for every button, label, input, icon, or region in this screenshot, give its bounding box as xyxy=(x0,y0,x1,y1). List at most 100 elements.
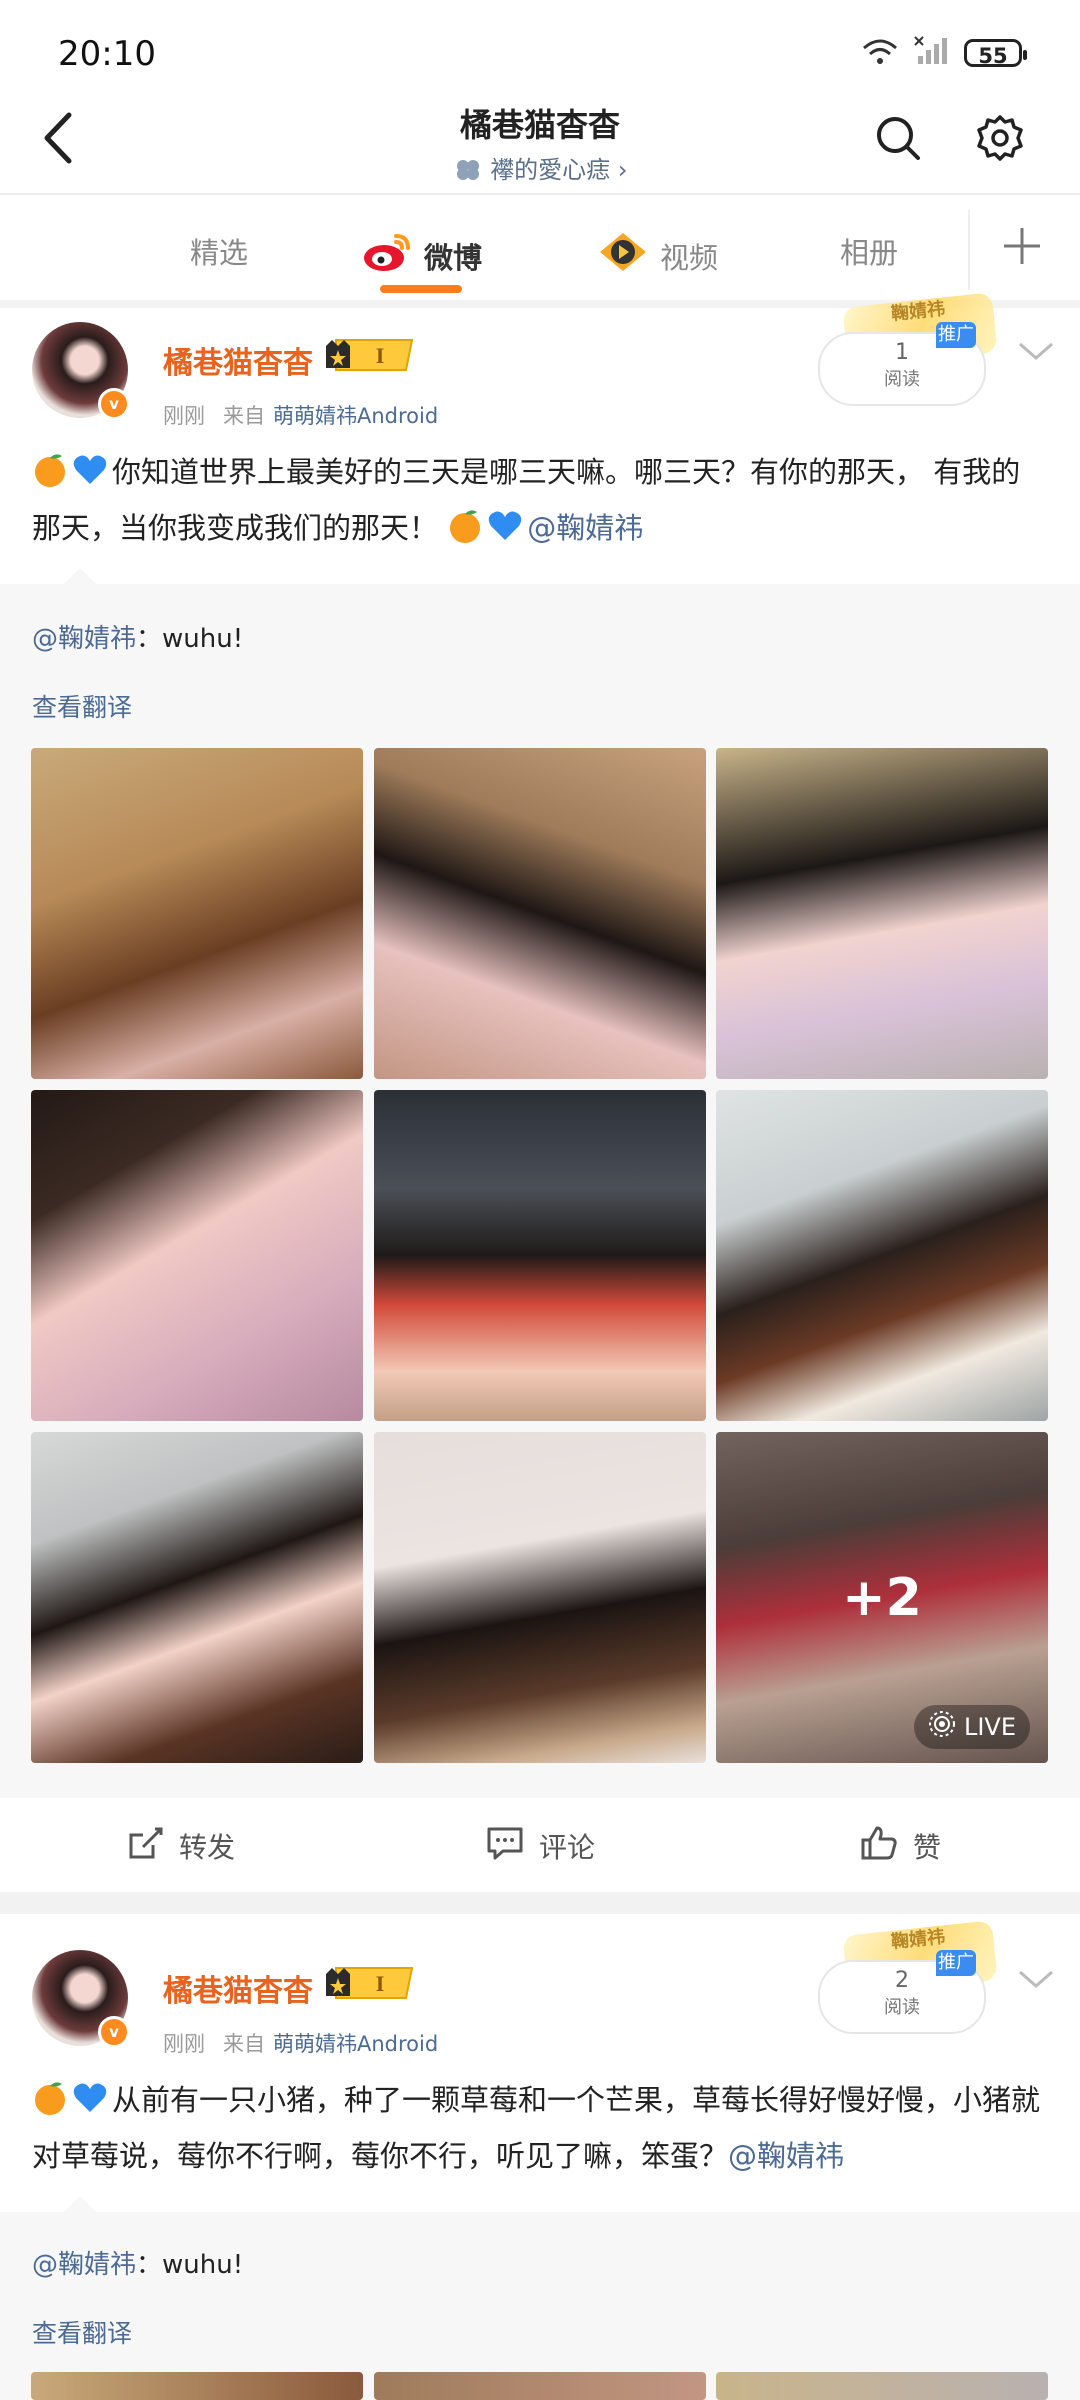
section-gap xyxy=(0,1892,1080,1914)
subtitle-text: 襻的愛心痣 xyxy=(490,156,611,184)
photo-5[interactable] xyxy=(374,1090,706,1421)
search-button[interactable] xyxy=(866,108,930,172)
post-source[interactable]: 萌萌婧祎Android xyxy=(273,400,438,430)
read-label: 阅读 xyxy=(884,1997,920,2018)
like-label: 赞 xyxy=(912,1831,941,1864)
clover-icon xyxy=(453,156,491,184)
orange-emoji-icon xyxy=(32,2078,68,2115)
post-source[interactable]: 萌萌婧祎Android xyxy=(273,2028,438,2058)
post-meta: 刚刚 来自 萌萌婧祎Android xyxy=(163,2028,438,2058)
post-meta: 刚刚 来自 萌萌婧祎Android xyxy=(163,400,438,430)
forward-text: ：wuhu! xyxy=(136,624,244,654)
video-icon xyxy=(596,230,650,281)
chevron-down-icon xyxy=(1016,342,1056,376)
status-time: 20:10 xyxy=(58,34,156,74)
chevron-right-icon: › xyxy=(617,156,628,184)
forward-caret xyxy=(64,2196,96,2212)
post-menu-button[interactable] xyxy=(1016,332,1056,372)
post-from-label: 来自 xyxy=(223,2032,265,2056)
post-1-avatar-wrap[interactable]: v xyxy=(32,322,130,420)
post-1-action-bar: 转发 评论 赞 xyxy=(0,1800,1080,1892)
like-button[interactable]: 赞 xyxy=(720,1800,1080,1892)
read-label: 阅读 xyxy=(884,369,920,390)
promo-badge: 推广 xyxy=(936,322,976,348)
tab-video-label: 视频 xyxy=(660,240,719,275)
photo-6[interactable] xyxy=(716,1090,1048,1421)
comment-icon xyxy=(485,1823,525,1870)
search-icon xyxy=(874,114,922,166)
forward-text: ：wuhu! xyxy=(136,2250,244,2280)
chevron-down-icon xyxy=(1016,1970,1056,2004)
photo-1[interactable] xyxy=(31,748,363,1079)
repost-label: 转发 xyxy=(178,1831,235,1864)
header-divider xyxy=(0,193,1080,195)
wifi-icon xyxy=(860,36,900,70)
forward-mention[interactable]: @鞠婧祎 xyxy=(32,624,136,654)
plus-icon xyxy=(1000,228,1044,272)
add-tab-button[interactable] xyxy=(1000,224,1044,272)
tab-album-label: 相册 xyxy=(840,236,899,270)
gear-icon xyxy=(976,114,1024,166)
post-author[interactable]: 橘巷猫杳杳 xyxy=(163,1966,313,2010)
post-author[interactable]: 橘巷猫杳杳 xyxy=(163,338,313,382)
blue-heart-icon xyxy=(72,450,108,486)
live-icon xyxy=(928,1710,956,1744)
tab-weibo[interactable]: 微博 xyxy=(360,230,482,281)
photo-9[interactable]: +2 LIVE xyxy=(716,1432,1048,1763)
settings-button[interactable] xyxy=(968,108,1032,172)
live-badge[interactable]: LIVE xyxy=(913,1705,1030,1749)
photo-2[interactable] xyxy=(374,2372,706,2400)
level-text: I xyxy=(376,1971,385,1996)
forward-mention[interactable]: @鞠婧祎 xyxy=(32,2250,136,2280)
level-text: I xyxy=(376,343,385,368)
photo-4[interactable] xyxy=(31,1090,363,1421)
photo-3[interactable] xyxy=(716,748,1048,1079)
tab-featured-label: 精选 xyxy=(190,236,249,270)
photo-3[interactable] xyxy=(716,2372,1048,2400)
tab-weibo-label: 微博 xyxy=(424,240,483,275)
post-menu-button[interactable] xyxy=(1016,1960,1056,2000)
orange-emoji-icon xyxy=(32,450,68,487)
post-mention[interactable]: @鞠婧祎 xyxy=(527,511,643,545)
photo-2[interactable] xyxy=(374,748,706,1079)
tab-album[interactable]: 相册 xyxy=(840,230,898,272)
member-level-badge[interactable]: I xyxy=(322,336,418,374)
translate-link[interactable]: 查看翻译 xyxy=(32,688,132,724)
active-tab-indicator xyxy=(380,285,462,293)
forward-line: @鞠婧祎：wuhu! xyxy=(32,2244,243,2281)
tab-video[interactable]: 视频 xyxy=(596,230,718,281)
live-label: LIVE xyxy=(963,1713,1016,1741)
post-text: 从前有一只小猪，种了一颗草莓和一个芒果，草莓长得好慢好慢，小猪就对草莓说，莓你不… xyxy=(32,2072,1042,2184)
post-body: 从前有一只小猪，种了一颗草莓和一个芒果，草莓长得好慢好慢，小猪就对草莓说，莓你不… xyxy=(32,2083,1041,2173)
comment-label: 评论 xyxy=(538,1831,595,1864)
post-text: 你知道世界上最美好的三天是哪三天嘛。哪三天？有你的那天， 有我的那天，当你我变成… xyxy=(32,444,1042,556)
verified-badge: v xyxy=(98,2016,130,2048)
photo-1[interactable] xyxy=(31,2372,363,2400)
promo-badge: 推广 xyxy=(936,1950,976,1976)
member-level-badge[interactable]: I xyxy=(322,1964,418,2002)
thumbs-up-icon xyxy=(859,1823,899,1870)
tab-divider xyxy=(968,210,970,290)
orange-emoji-icon xyxy=(447,506,483,543)
post-2-avatar-wrap[interactable]: v xyxy=(32,1950,130,2048)
forward-caret xyxy=(64,568,96,584)
photo-8[interactable] xyxy=(374,1432,706,1763)
signal-icon xyxy=(914,36,950,70)
verified-badge: v xyxy=(98,388,130,420)
status-icons: 55 xyxy=(860,36,1027,70)
blue-heart-icon xyxy=(72,2078,108,2114)
repost-button[interactable]: 转发 xyxy=(0,1800,360,1892)
weibo-logo-icon xyxy=(360,230,414,281)
forward-line: @鞠婧祎：wuhu! xyxy=(32,618,243,655)
battery-indicator: 55 xyxy=(964,39,1027,68)
translate-link[interactable]: 查看翻译 xyxy=(32,2314,132,2350)
post-time: 刚刚 xyxy=(163,2032,205,2056)
tab-featured[interactable]: 精选 xyxy=(190,230,248,272)
post-mention[interactable]: @鞠婧祎 xyxy=(728,2139,844,2173)
photo-7[interactable] xyxy=(31,1432,363,1763)
comment-button[interactable]: 评论 xyxy=(360,1800,720,1892)
post-from-label: 来自 xyxy=(223,404,265,428)
post-time: 刚刚 xyxy=(163,404,205,428)
blue-heart-icon xyxy=(487,506,523,542)
repost-icon xyxy=(125,1823,165,1870)
